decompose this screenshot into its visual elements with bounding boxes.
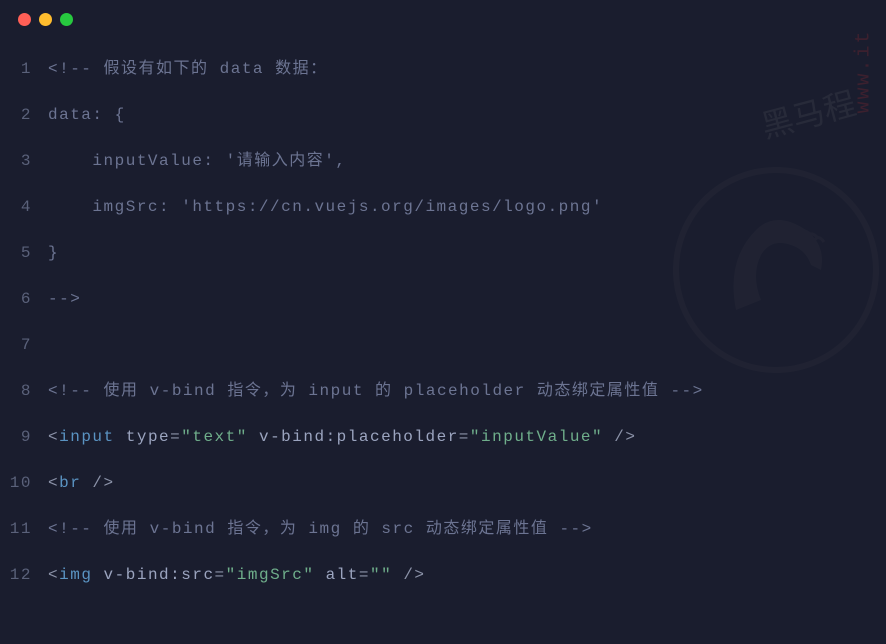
- code-token: [248, 428, 259, 446]
- code-token: inputValue: '请输入内容',: [48, 152, 346, 170]
- line-number: 7: [0, 322, 48, 368]
- code-token: />: [614, 428, 636, 446]
- code-token: [81, 474, 92, 492]
- code-token: input: [59, 428, 115, 446]
- code-token: "imgSrc": [226, 566, 315, 584]
- line-number: 11: [0, 506, 48, 552]
- code-line[interactable]: 2data: {: [0, 92, 886, 138]
- code-line[interactable]: 12<img v-bind:src="imgSrc" alt="" />: [0, 552, 886, 598]
- line-number: 4: [0, 184, 48, 230]
- code-line[interactable]: 9<input type="text" v-bind:placeholder="…: [0, 414, 886, 460]
- line-number: 12: [0, 552, 48, 598]
- line-content[interactable]: <input type="text" v-bind:placeholder="i…: [48, 414, 636, 460]
- code-token: />: [92, 474, 114, 492]
- code-line[interactable]: 4 imgSrc: 'https://cn.vuejs.org/images/l…: [0, 184, 886, 230]
- code-token: "inputValue": [470, 428, 603, 446]
- line-content[interactable]: <!-- 使用 v-bind 指令，为 img 的 src 动态绑定属性值 --…: [48, 506, 593, 552]
- code-line[interactable]: 7: [0, 322, 886, 368]
- code-token: v-bind:src: [104, 566, 215, 584]
- code-token: <: [48, 428, 59, 446]
- line-content[interactable]: imgSrc: 'https://cn.vuejs.org/images/log…: [48, 184, 603, 230]
- line-content[interactable]: }: [48, 230, 59, 276]
- code-token: [603, 428, 614, 446]
- code-token: =: [459, 428, 470, 446]
- code-token: br: [59, 474, 81, 492]
- code-token: v-bind:placeholder: [259, 428, 459, 446]
- code-editor-window: 1<!-- 假设有如下的 data 数据：2data: {3 inputValu…: [0, 0, 886, 644]
- line-number: 8: [0, 368, 48, 414]
- code-token: =: [170, 428, 181, 446]
- line-content[interactable]: <br />: [48, 460, 115, 506]
- code-token: [115, 428, 126, 446]
- minimize-icon[interactable]: [39, 13, 52, 26]
- code-token: />: [403, 566, 425, 584]
- code-token: data: {: [48, 106, 126, 124]
- maximize-icon[interactable]: [60, 13, 73, 26]
- line-number: 1: [0, 46, 48, 92]
- code-line[interactable]: 10<br />: [0, 460, 886, 506]
- line-number: 6: [0, 276, 48, 322]
- code-line[interactable]: 5}: [0, 230, 886, 276]
- line-number: 3: [0, 138, 48, 184]
- code-token: }: [48, 244, 59, 262]
- title-bar: [0, 0, 886, 38]
- line-content[interactable]: <!-- 使用 v-bind 指令，为 input 的 placeholder …: [48, 368, 704, 414]
- code-token: type: [126, 428, 170, 446]
- code-token: <!-- 假设有如下的 data 数据：: [48, 60, 328, 78]
- code-token: =: [215, 566, 226, 584]
- line-number: 5: [0, 230, 48, 276]
- code-token: =: [359, 566, 370, 584]
- code-token: <: [48, 474, 59, 492]
- code-line[interactable]: 6-->: [0, 276, 886, 322]
- code-token: [314, 566, 325, 584]
- code-token: img: [59, 566, 92, 584]
- code-token: "": [370, 566, 392, 584]
- code-token: <: [48, 566, 59, 584]
- line-content[interactable]: inputValue: '请输入内容',: [48, 138, 346, 184]
- line-number: 9: [0, 414, 48, 460]
- line-content[interactable]: data: {: [48, 92, 126, 138]
- code-token: <!-- 使用 v-bind 指令，为 input 的 placeholder …: [48, 382, 704, 400]
- line-number: 10: [0, 460, 48, 506]
- code-token: <!-- 使用 v-bind 指令，为 img 的 src 动态绑定属性值 --…: [48, 520, 593, 538]
- code-token: alt: [326, 566, 359, 584]
- line-content[interactable]: -->: [48, 276, 81, 322]
- code-token: [92, 566, 103, 584]
- line-number: 2: [0, 92, 48, 138]
- code-line[interactable]: 1<!-- 假设有如下的 data 数据：: [0, 46, 886, 92]
- code-line[interactable]: 11<!-- 使用 v-bind 指令，为 img 的 src 动态绑定属性值 …: [0, 506, 886, 552]
- code-token: [392, 566, 403, 584]
- line-content[interactable]: <!-- 假设有如下的 data 数据：: [48, 46, 328, 92]
- code-line[interactable]: 3 inputValue: '请输入内容',: [0, 138, 886, 184]
- code-token: "text": [181, 428, 248, 446]
- code-line[interactable]: 8<!-- 使用 v-bind 指令，为 input 的 placeholder…: [0, 368, 886, 414]
- line-content[interactable]: <img v-bind:src="imgSrc" alt="" />: [48, 552, 426, 598]
- close-icon[interactable]: [18, 13, 31, 26]
- code-area[interactable]: 1<!-- 假设有如下的 data 数据：2data: {3 inputValu…: [0, 38, 886, 598]
- code-token: imgSrc: 'https://cn.vuejs.org/images/log…: [48, 198, 603, 216]
- code-token: -->: [48, 290, 81, 308]
